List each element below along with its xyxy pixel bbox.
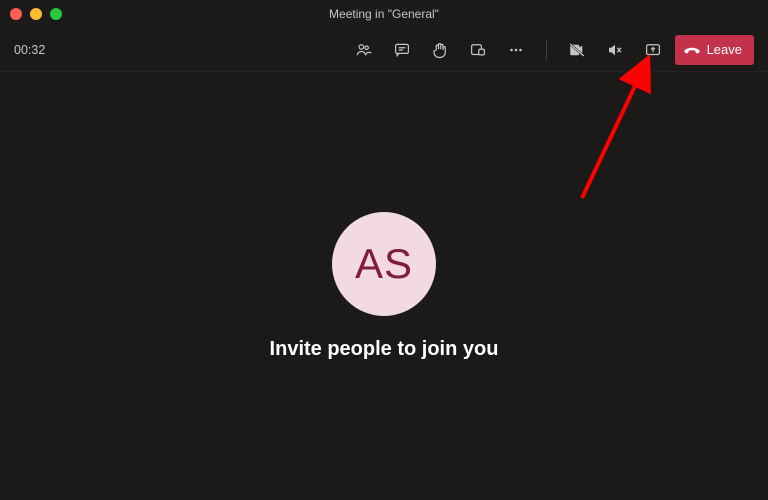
minimize-window-button[interactable]	[30, 8, 42, 20]
meeting-stage: AS Invite people to join you	[0, 72, 768, 500]
window-title: Meeting in "General"	[0, 7, 768, 21]
mic-toggle-button[interactable]	[599, 34, 631, 66]
meeting-timer: 00:32	[14, 43, 45, 57]
fullscreen-window-button[interactable]	[50, 8, 62, 20]
invite-prompt: Invite people to join you	[270, 338, 499, 361]
meeting-toolbar: 00:32	[0, 28, 768, 72]
speaker-muted-icon	[606, 41, 624, 59]
hand-icon	[431, 41, 449, 59]
share-tray-icon	[644, 41, 662, 59]
close-window-button[interactable]	[10, 8, 22, 20]
hangup-icon	[683, 41, 701, 59]
leave-button-label: Leave	[707, 42, 742, 57]
traffic-lights	[10, 8, 62, 20]
participants-button[interactable]	[348, 34, 380, 66]
more-icon	[507, 41, 525, 59]
participant-avatar: AS	[332, 212, 436, 316]
camera-toggle-button[interactable]	[561, 34, 593, 66]
toolbar-divider	[546, 39, 547, 61]
breakout-rooms-icon	[469, 41, 487, 59]
camera-off-icon	[568, 41, 586, 59]
people-icon	[355, 41, 373, 59]
avatar-initials: AS	[355, 240, 413, 288]
raise-hand-button[interactable]	[424, 34, 456, 66]
leave-button[interactable]: Leave	[675, 35, 754, 65]
chat-button[interactable]	[386, 34, 418, 66]
share-screen-button[interactable]	[637, 34, 669, 66]
rooms-button[interactable]	[462, 34, 494, 66]
window-titlebar: Meeting in "General"	[0, 0, 768, 28]
more-actions-button[interactable]	[500, 34, 532, 66]
chat-icon	[393, 41, 411, 59]
